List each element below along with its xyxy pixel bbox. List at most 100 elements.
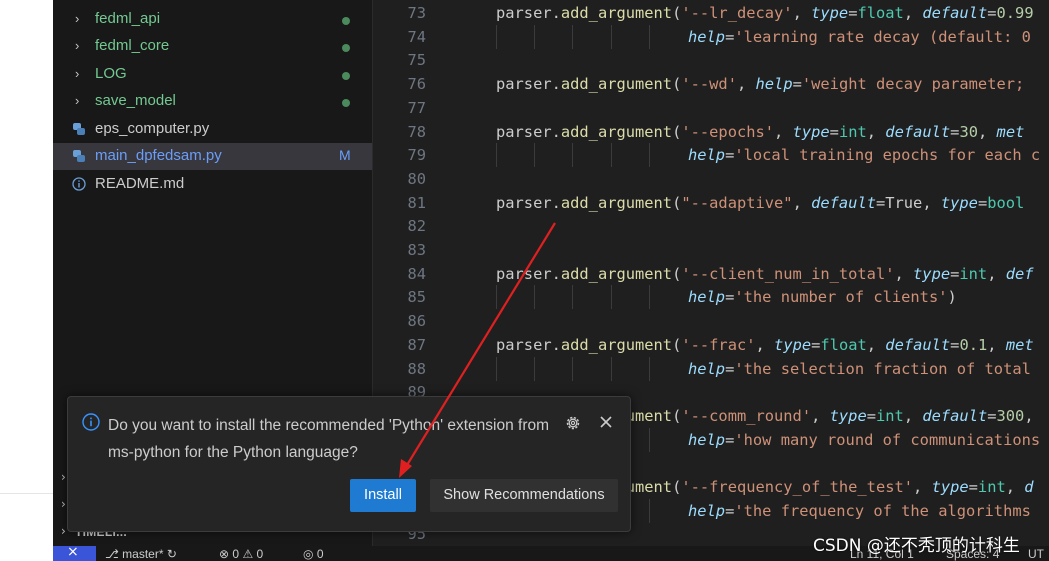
line-number: 84 xyxy=(407,264,426,283)
explorer-item-label: README.md xyxy=(95,175,185,192)
vscode-window: › fedml_api › fedml_core › LOG › save_model eps_… xyxy=(53,0,1049,561)
code-token: = xyxy=(950,264,960,283)
chevron-right-icon[interactable]: › xyxy=(61,497,66,511)
code-line: 77 xyxy=(373,96,1049,120)
code-line: 82 xyxy=(373,214,1049,238)
explorer-item[interactable]: › LOG xyxy=(53,61,372,88)
python-file-icon xyxy=(73,123,85,135)
branch-name: master* xyxy=(122,547,164,561)
indent-guide xyxy=(649,143,650,168)
git-branch-icon: ⎇ xyxy=(105,547,119,561)
explorer-item[interactable]: README.md xyxy=(53,171,372,198)
code-token: 0.1 xyxy=(959,335,988,354)
notification-message: Do you want to install the recommended '… xyxy=(108,417,550,461)
chevron-right-icon[interactable]: › xyxy=(61,524,66,538)
code-text: parser.add_argument('--client_num_in_tot… xyxy=(496,262,1034,286)
divider xyxy=(0,493,53,494)
code-token: add_argument xyxy=(560,75,673,94)
code-token: "--adaptive" xyxy=(681,193,793,212)
code-token: = xyxy=(725,146,735,165)
code-token: help xyxy=(688,501,726,520)
code-token: '--comm_round' xyxy=(681,406,812,425)
ports-status[interactable]: ◎ 0 xyxy=(303,547,324,561)
indent-guide xyxy=(649,285,650,310)
code-token: 'the number of clients' xyxy=(734,288,948,307)
extension-recommendation-notification: Do you want to install the recommended '… xyxy=(67,396,631,532)
indent-guide xyxy=(496,285,497,310)
ports-count: 0 xyxy=(316,547,324,561)
indent-guide xyxy=(496,356,497,381)
code-token: , xyxy=(903,406,923,425)
code-token: ( xyxy=(672,4,682,22)
explorer-item[interactable]: eps_computer.py xyxy=(53,116,372,143)
line-number: 79 xyxy=(407,146,426,165)
code-token: , xyxy=(1005,478,1025,496)
code-token: 300 xyxy=(996,406,1025,425)
code-text: parser.add_argument('--lr_decay', type = f… xyxy=(496,1,1034,25)
code-line: 86 xyxy=(373,309,1049,333)
branch-status[interactable]: ⎇ master* ↻ xyxy=(105,547,177,561)
code-token: = xyxy=(987,4,997,22)
code-token: , xyxy=(987,335,1006,354)
code-token: type xyxy=(792,122,830,141)
code-token: = xyxy=(792,75,802,94)
code-token: int xyxy=(838,122,867,141)
warning-count: 0 xyxy=(256,547,264,561)
code-token: parser. xyxy=(496,264,561,283)
code-token: help xyxy=(688,146,726,165)
line-number: 88 xyxy=(407,359,426,378)
close-icon[interactable] xyxy=(598,414,614,430)
code-token: default xyxy=(811,193,876,212)
explorer-item[interactable]: › fedml_core xyxy=(53,33,372,60)
git-status-dot xyxy=(342,99,350,107)
explorer-item[interactable]: › fedml_api xyxy=(53,6,372,33)
code-token: default xyxy=(885,122,951,141)
code-line: 76 parser.add_argument('--wd', help='weig… xyxy=(373,72,1049,96)
code-token: '--epochs' xyxy=(681,122,775,141)
explorer-item[interactable]: › save_model xyxy=(53,88,372,115)
code-token: '--client_num_in_total' xyxy=(681,264,895,283)
code-line: 74 help='learning rate decay (default: 0 xyxy=(373,24,1049,49)
broadcast-icon: ◎ xyxy=(303,547,314,561)
code-text: help='the selection fraction of total xyxy=(688,357,1031,381)
encoding-status[interactable]: UT xyxy=(1028,547,1044,561)
code-token: d xyxy=(1024,478,1034,496)
explorer-item-label: fedml_api xyxy=(95,10,161,27)
code-token: = xyxy=(725,430,735,449)
code-text: help='how many round of communications xyxy=(688,428,1040,452)
git-status-dot xyxy=(342,17,350,25)
code-token: type xyxy=(913,264,951,283)
indent-guide xyxy=(649,498,650,523)
line-number: 76 xyxy=(407,75,426,94)
explorer-item[interactable]: main_dpfedsam.py M xyxy=(53,143,372,170)
install-button[interactable]: Install xyxy=(350,479,416,512)
line-number: 78 xyxy=(407,122,426,141)
code-token: 0.99 xyxy=(996,4,1034,22)
code-token: = xyxy=(811,335,821,354)
indent-guide xyxy=(649,356,650,381)
code-token: =True, xyxy=(875,193,941,212)
remote-button[interactable]: ⨯ xyxy=(53,543,96,561)
code-token: parser. xyxy=(496,193,561,212)
indent-guide xyxy=(572,24,573,49)
code-token: type xyxy=(811,4,849,22)
chevron-right-icon[interactable]: › xyxy=(61,470,66,484)
gear-icon[interactable] xyxy=(564,414,582,432)
explorer-item-label: main_dpfedsam.py xyxy=(95,147,222,164)
problems-status[interactable]: ⊗ 0 ⚠ 0 xyxy=(219,547,263,561)
code-token: int xyxy=(959,264,988,283)
show-recommendations-button[interactable]: Show Recommendations xyxy=(430,479,618,512)
code-token: = xyxy=(866,406,876,425)
code-token: 30 xyxy=(959,122,978,141)
line-number: 83 xyxy=(407,241,426,259)
explorer-item-label: eps_computer.py xyxy=(95,120,210,137)
code-token: = xyxy=(968,478,978,496)
code-token: type xyxy=(931,478,969,496)
explorer-item-label: LOG xyxy=(95,65,127,82)
code-token: parser. xyxy=(496,75,561,94)
indent-guide xyxy=(496,143,497,168)
code-token: ( xyxy=(672,122,682,141)
code-line: 84 parser.add_argument('--client_num_in_t… xyxy=(373,262,1049,286)
code-text: parser.add_argument('--epochs', type=int… xyxy=(496,120,1024,144)
code-text: help='the frequency of the algorithms xyxy=(688,499,1031,523)
